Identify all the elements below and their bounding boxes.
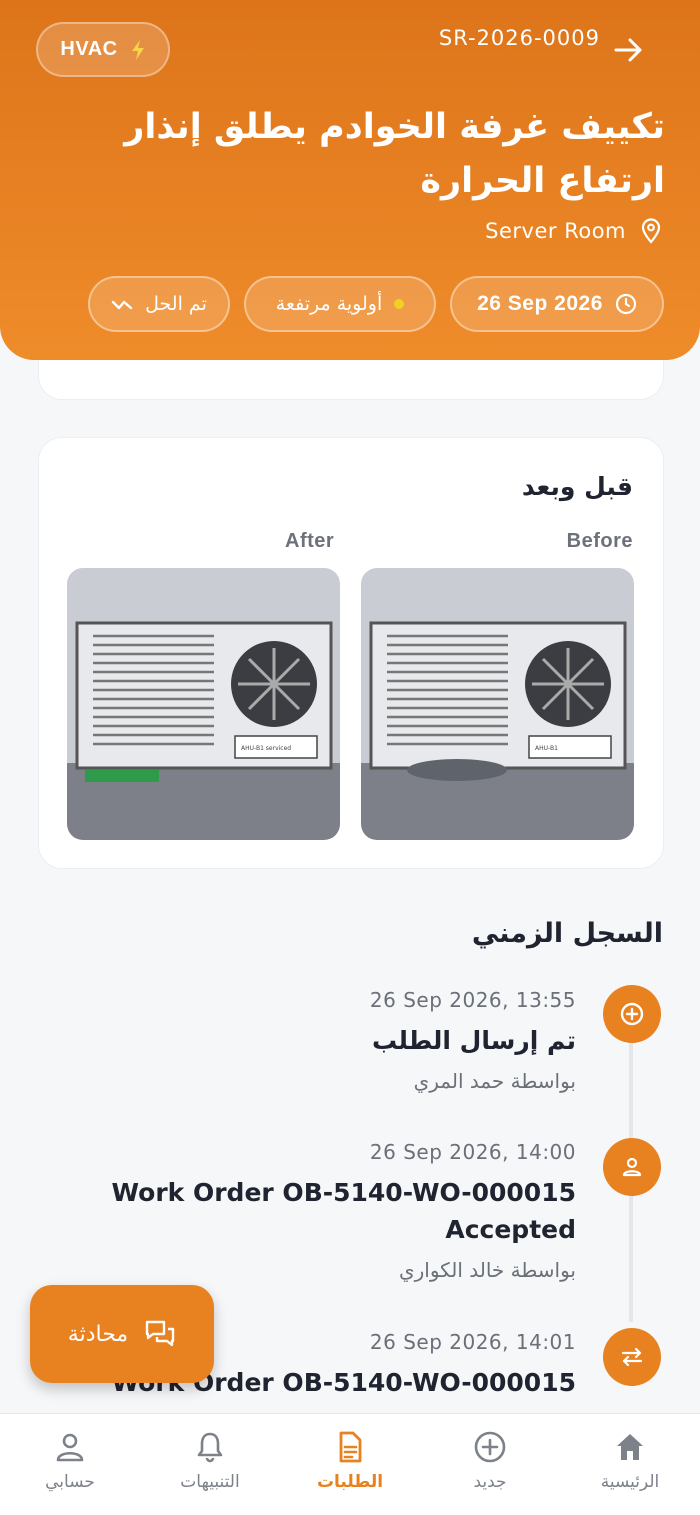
clock-icon: [615, 293, 636, 315]
event-author: بواسطة خالد الكواري: [398, 1258, 576, 1282]
category-label: HVAC: [60, 38, 118, 60]
request-title: تكييف غرفة الخوادم يطلق إنذار ارتفاع الح…: [124, 107, 665, 201]
document-icon: [339, 1431, 362, 1463]
request-reference: SR-2026-0009: [438, 26, 600, 50]
event-title: تم إرسال الطلب: [371, 1026, 576, 1055]
event-author: بواسطة حمد المري: [413, 1069, 576, 1093]
after-label: After: [285, 530, 335, 552]
map-pin-icon: [641, 218, 661, 244]
event-time: 26 Sep 2026, 14:00: [369, 1140, 576, 1164]
before-after-title: قبل وبعد: [521, 472, 633, 501]
before-equipment-tag: AHU-B1: [535, 745, 558, 752]
priority-dot: [394, 299, 405, 309]
trend-icon: [111, 300, 133, 310]
plus-circle-icon: [474, 1431, 506, 1463]
back-arrow-icon[interactable]: [610, 32, 646, 68]
event-title: Work Order OB-5140-WO-000015 Accepted: [111, 1178, 576, 1244]
bottom-nav: الرئيسية جديد الطلبات التنبيهات حسابي: [0, 1413, 700, 1515]
request-header: HVAC SR-2026-0009 تكييف غرفة الخوادم يطل…: [0, 0, 700, 360]
timeline-event: 26 Sep 2026, 13:55 تم إرسال الطلب بواسطة…: [16, 988, 576, 1093]
nav-account[interactable]: حسابي: [0, 1414, 140, 1515]
swap-icon: [603, 1328, 661, 1386]
user-icon: [603, 1138, 661, 1196]
nav-notifications-label: التنبيهات: [180, 1472, 240, 1492]
after-equipment-tag: AHU-B1 serviced: [241, 745, 291, 752]
nav-new[interactable]: جديد: [420, 1414, 560, 1515]
nav-home-label: الرئيسية: [600, 1472, 660, 1492]
plus-circle-icon: [603, 985, 661, 1043]
before-photo[interactable]: AHU-B1: [361, 568, 634, 840]
user-icon: [56, 1433, 84, 1462]
nav-home[interactable]: الرئيسية: [560, 1414, 700, 1515]
home-icon: [617, 1434, 643, 1460]
nav-requests-label: الطلبات: [316, 1472, 384, 1492]
priority-label: أولوية مرتفعة: [275, 293, 383, 315]
category-badge: HVAC: [36, 22, 170, 77]
chat-icon: [146, 1320, 175, 1347]
status-label: تم الحل: [145, 293, 207, 315]
location: Server Room: [485, 218, 662, 244]
nav-requests[interactable]: الطلبات: [280, 1414, 420, 1515]
event-time: 26 Sep 2026, 13:55: [369, 988, 576, 1012]
location-label: Server Room: [485, 219, 626, 243]
bolt-icon: [131, 39, 144, 60]
nav-account-label: حسابي: [45, 1472, 95, 1492]
timeline-heading: السجل الزمني: [471, 918, 663, 949]
date-pill: 26 Sep 2026: [450, 276, 664, 332]
after-photo[interactable]: AHU-B1 serviced: [67, 568, 340, 840]
before-after-card: قبل وبعد Before After AHU-B1 AHU-B1 serv…: [38, 437, 664, 869]
timeline-event: 26 Sep 2026, 14:00 Work Order OB-5140-WO…: [16, 1140, 576, 1282]
chat-button[interactable]: محادثة: [30, 1285, 214, 1383]
bell-icon: [197, 1432, 223, 1463]
before-label: Before: [566, 530, 633, 552]
nav-new-label: جديد: [473, 1472, 507, 1492]
date-label: 26 Sep 2026: [477, 292, 603, 315]
chat-label: محادثة: [67, 1321, 129, 1347]
priority-pill: أولوية مرتفعة: [244, 276, 436, 332]
nav-notifications[interactable]: التنبيهات: [140, 1414, 280, 1515]
status-pill: تم الحل: [88, 276, 230, 332]
